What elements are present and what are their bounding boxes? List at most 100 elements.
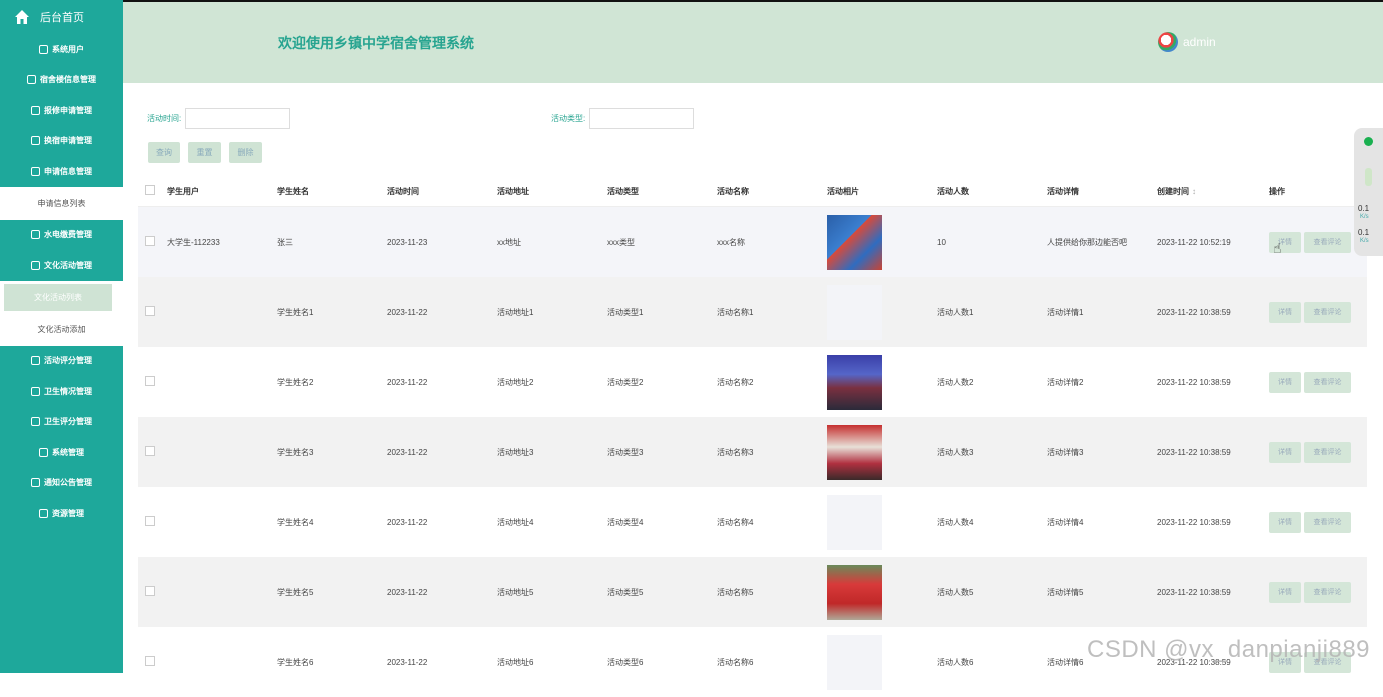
table-row[interactable]: 学生姓名1 2023-11-22 活动地址1 活动类型1 活动名称1 活动人数1 活动详情1…: [138, 277, 1367, 347]
delete-button[interactable]: 删除: [229, 142, 262, 163]
menu-item-icon: [27, 75, 36, 85]
sidebar-item-label: 活动评分管理: [44, 356, 92, 366]
menu-item-icon: [31, 230, 40, 240]
sidebar-item-label: 报修申请管理: [44, 105, 92, 115]
activity-photo[interactable]: [827, 564, 882, 620]
cell-name: 学生姓名2: [277, 377, 314, 387]
row-select-cell: [138, 347, 166, 417]
cell-time: 2023-11-22: [386, 417, 496, 487]
search-button[interactable]: 查询: [148, 142, 180, 163]
menu-item-icon: [31, 166, 40, 176]
filter-type: 活动类型:: [551, 108, 695, 129]
table-row[interactable]: 学生姓名4 2023-11-22 活动地址4 活动类型4 活动名称4 活动人数4 活动详情4…: [138, 487, 1367, 557]
user-menu[interactable]: admin: [1158, 32, 1216, 52]
view-comments-button[interactable]: 查看评论: [1304, 511, 1351, 533]
row-checkbox[interactable]: [145, 376, 155, 386]
detail-button[interactable]: 详情: [1269, 301, 1301, 323]
detail-button[interactable]: 详情: [1269, 511, 1301, 533]
menu-item-icon: [39, 508, 48, 518]
sidebar-submenu-activity: 文化活动列表 文化活动添加: [0, 280, 123, 346]
home-icon: [15, 10, 29, 24]
table-row[interactable]: 学生姓名2 2023-11-22 活动地址2 活动类型2 活动名称2 活动人数2 活动详情2…: [138, 347, 1367, 417]
sidebar-sub-activity-add[interactable]: 文化活动添加: [0, 313, 123, 345]
activity-photo[interactable]: [827, 214, 882, 270]
cell-count: 活动人数3: [936, 417, 1046, 487]
sidebar-item-label: 换宿申请管理: [44, 136, 92, 146]
table-row[interactable]: 学生姓名3 2023-11-22 活动地址3 活动类型3 活动名称3 活动人数3 活动详情3…: [138, 417, 1367, 487]
cell-time: 2023-11-22: [387, 517, 428, 527]
activity-time-input[interactable]: [185, 108, 291, 129]
sidebar-item-label: 卫生评分管理: [44, 417, 92, 427]
sidebar-item-label: 系统管理: [52, 447, 84, 457]
sidebar-item[interactable]: 文化活动管理: [0, 250, 123, 281]
row-checkbox[interactable]: [145, 236, 155, 246]
table-row[interactable]: 学生姓名5 2023-11-22 活动地址5 活动类型5 活动名称5 活动人数5 活动详情5…: [138, 557, 1367, 627]
sidebar-item[interactable]: 系统管理: [0, 437, 123, 468]
activity-photo[interactable]: [827, 354, 882, 410]
activity-type-input[interactable]: [589, 108, 695, 129]
cell-type: 活动类型1: [606, 277, 716, 347]
sidebar-item[interactable]: 卫生情况管理: [0, 376, 123, 407]
cell-name: 张三: [276, 206, 386, 277]
view-comments-button[interactable]: 查看评论: [1304, 441, 1351, 463]
row-checkbox[interactable]: [145, 516, 155, 526]
sidebar-sub-activity-list[interactable]: 文化活动列表: [4, 283, 112, 311]
sidebar-item[interactable]: 资源管理: [0, 498, 123, 529]
view-comments-button[interactable]: 查看评论: [1304, 231, 1351, 253]
view-comments-button[interactable]: 查看评论: [1304, 371, 1351, 393]
row-checkbox[interactable]: [145, 656, 155, 666]
cell-created: 2023-11-22 10:38:59: [1156, 557, 1268, 627]
col-header: 活动时间: [386, 176, 496, 207]
sidebar-item[interactable]: 水电缴费管理: [0, 220, 123, 251]
detail-button[interactable]: 详情: [1269, 371, 1301, 393]
cell-addr: 活动地址2: [497, 377, 534, 387]
sidebar-item-label: 资源管理: [52, 508, 84, 518]
sidebar-item[interactable]: 宿舍楼信息管理: [0, 65, 123, 96]
sort-icon[interactable]: ↕: [1192, 187, 1196, 196]
select-all-cell: [138, 176, 166, 207]
row-select-cell: [138, 487, 166, 557]
menu-item-icon: [31, 417, 40, 427]
sidebar-item[interactable]: 活动评分管理: [0, 346, 123, 377]
filter-type-label: 活动类型:: [551, 114, 586, 123]
sidebar-home[interactable]: 后台首页: [0, 0, 123, 34]
col-header-created[interactable]: 创建时间 ↕: [1156, 176, 1268, 207]
activity-photo[interactable]: [827, 284, 882, 340]
cell-user: [166, 277, 276, 347]
row-checkbox[interactable]: [145, 446, 155, 456]
cell-user: [166, 487, 276, 557]
cell-title: 活动名称5: [716, 557, 826, 627]
cell-addr: 活动地址3: [496, 417, 606, 487]
row-checkbox[interactable]: [145, 586, 155, 596]
sidebar-item[interactable]: 通知公告管理: [0, 468, 123, 499]
col-header: 活动详情: [1046, 176, 1156, 207]
table-row[interactable]: 大学生-112233 张三 2023-11-23 xx地址 xxx类型 xxx名称 10 人提…: [138, 206, 1367, 277]
sidebar-item[interactable]: 申请信息管理: [0, 156, 123, 187]
network-speed-widget[interactable]: 0.1 K/s 0.1 K/s: [1354, 128, 1383, 256]
activity-photo[interactable]: [827, 424, 882, 480]
sidebar-item[interactable]: 换宿申请管理: [0, 126, 123, 157]
sidebar-item[interactable]: 系统用户: [0, 34, 123, 65]
activity-photo[interactable]: [827, 634, 882, 690]
cell-detail: 活动详情4: [1047, 517, 1084, 527]
select-all-checkbox[interactable]: [145, 185, 155, 195]
col-header: 活动相片: [826, 176, 936, 207]
view-comments-button[interactable]: 查看评论: [1304, 581, 1351, 603]
sidebar-item[interactable]: 卫生评分管理: [0, 407, 123, 438]
activity-photo[interactable]: [827, 494, 882, 550]
detail-button[interactable]: 详情: [1269, 581, 1301, 603]
actions-cell: 详情 查看评论: [1268, 557, 1367, 627]
reset-button[interactable]: 重置: [188, 142, 221, 163]
menu-item-icon: [39, 44, 48, 54]
sidebar-item[interactable]: 报修申请管理: [0, 95, 123, 126]
cell-type: 活动类型4: [607, 517, 644, 527]
cell-user: [166, 627, 276, 697]
detail-button[interactable]: 详情: [1269, 441, 1301, 463]
actions-cell: 详情 查看评论: [1268, 417, 1367, 487]
row-checkbox[interactable]: [145, 306, 155, 316]
main-content: 活动时间: 活动类型: 查询 重置 删除 学生用户 学生姓名 活动时间 活动地址…: [123, 83, 1383, 690]
view-comments-button[interactable]: 查看评论: [1304, 301, 1351, 323]
cell-user: [166, 557, 276, 627]
sidebar-sub-apply-list[interactable]: 申请信息列表: [0, 187, 123, 219]
watermark: CSDN @vx_danpianji889: [1087, 636, 1371, 663]
